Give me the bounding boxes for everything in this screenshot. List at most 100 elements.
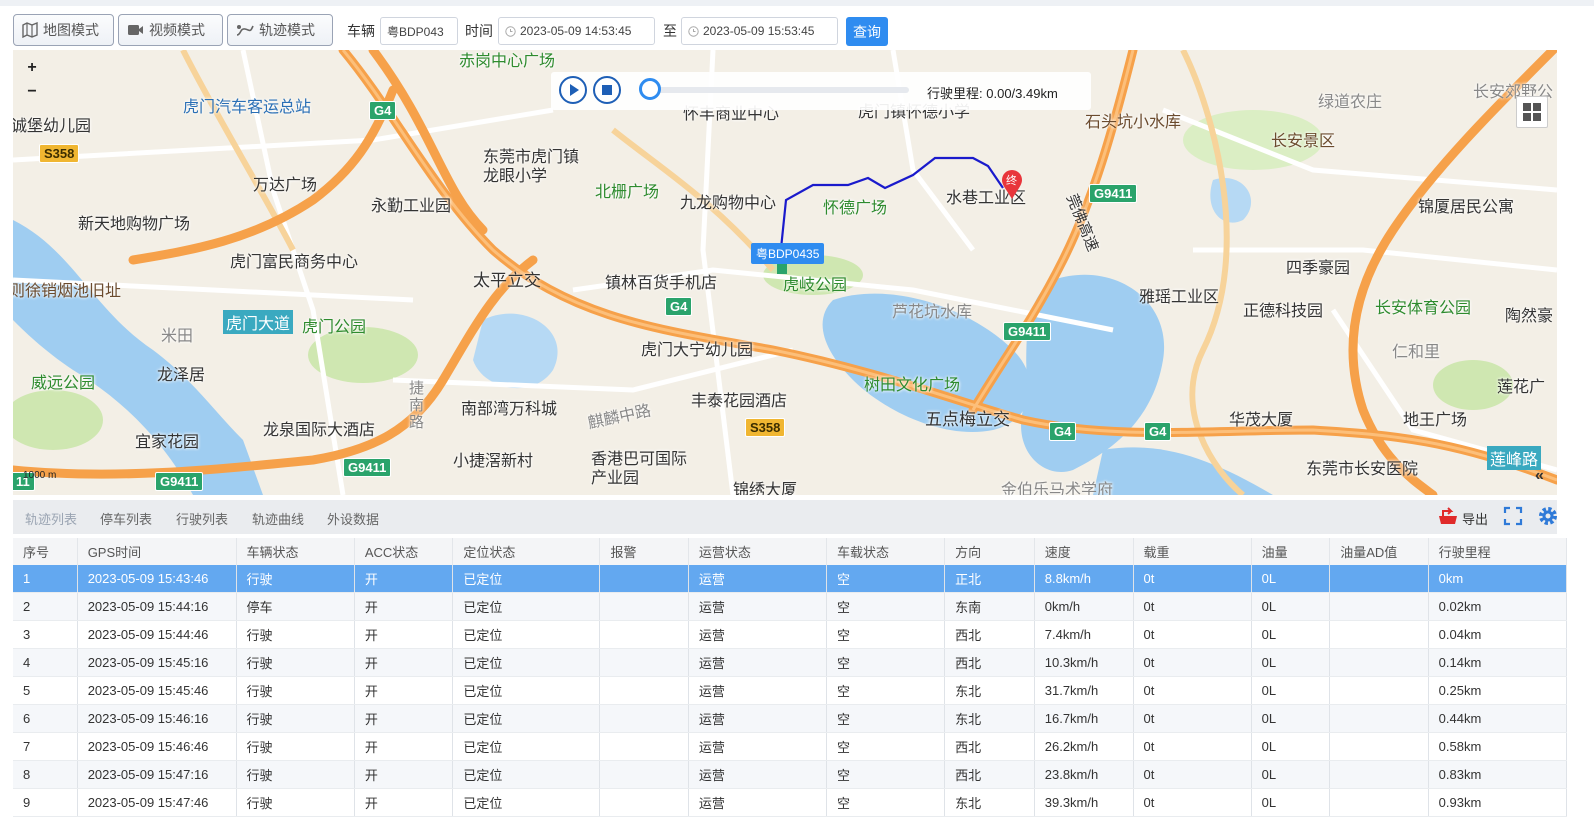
query-button[interactable]: 查询 [846,17,888,46]
table-row[interactable]: 4 2023-05-09 15:45:16 行驶开已定位 运营空西北 10.3km/h 0… [13,648,1568,677]
table-cell: 6 [13,704,78,733]
table-cell: 31.7km/h [1034,676,1134,705]
column-header[interactable]: 车载状态 [826,538,946,565]
map-label: 华茂大厦 [1229,412,1294,429]
end-marker[interactable]: 终 [1001,170,1023,200]
stop-button[interactable] [593,76,621,104]
table-row[interactable]: 7 2023-05-09 15:46:46 行驶开已定位 运营空西北 26.2km/h 0… [13,732,1568,761]
map-label: 捷南路 [409,380,425,431]
table-cell: 空 [826,676,946,705]
map-label: 新天地购物广场 [78,216,191,233]
table-cell: 8 [13,760,78,789]
table-row[interactable]: 3 2023-05-09 15:44:46 行驶开已定位 运营空西北 7.4km/h 0t… [13,620,1568,649]
column-header[interactable]: ACC状态 [354,538,454,565]
map-layer-button[interactable] [1516,96,1548,128]
table-cell: 空 [826,565,946,593]
map-label: 虎岐公园 [783,277,848,294]
tab-track-curve[interactable]: 轨迹曲线 [252,509,304,528]
table-cell [1329,648,1429,677]
map-label: 南部湾万科城 [461,401,558,418]
collapse-button[interactable]: « [1535,467,1544,485]
column-header[interactable]: 载重 [1133,538,1252,565]
column-header[interactable]: 运营状态 [688,538,828,565]
column-header[interactable]: 行驶里程 [1428,538,1568,565]
map-label: 龙泉国际大酒店 [263,422,376,439]
road-shield: G9411 [1003,322,1052,341]
vehicle-input[interactable]: 粤BDP043 [380,17,458,45]
table-cell: 0t [1133,760,1252,789]
table-cell [1329,676,1429,705]
column-header[interactable]: 油量 [1251,538,1331,565]
tab-track-list[interactable]: 轨迹列表 [25,509,77,528]
clock-icon [505,25,516,37]
zoom-in-button[interactable]: + [15,56,49,80]
map-label: 赤岗中心广场 [459,53,556,70]
map-view[interactable]: + − 赤岗中心广场 怀丰商业中心 虎门镇怀德小学 石头坑小水库 绿道农庄 长安… [13,50,1557,495]
column-header[interactable]: 车辆状态 [236,538,355,565]
table-cell: 2023-05-09 15:44:46 [77,620,237,649]
table-row[interactable]: 6 2023-05-09 15:46:16 行驶开已定位 运营空东北 16.7km/h 0… [13,704,1568,733]
column-header[interactable]: 报警 [599,538,689,565]
road-shield: G4 [1144,422,1172,441]
table-cell: 开 [354,732,454,761]
toolbar: 地图模式 视频模式 轨迹模式 车辆 粤BDP043 时间 2023-05-09 … [0,6,1594,50]
road-shield: S358 [745,418,786,437]
table-cell [599,732,689,761]
column-header[interactable]: 序号 [13,538,78,565]
start-time-value: 2023-05-09 14:53:45 [520,24,632,38]
table-cell: 10.3km/h [1034,648,1134,677]
table-cell: 西北 [944,732,1035,761]
table-row[interactable]: 5 2023-05-09 15:45:46 行驶开已定位 运营空东北 31.7km/h 0… [13,676,1568,705]
fullscreen-button[interactable] [1503,506,1523,529]
map-label: 怀德广场 [823,200,888,217]
gear-icon [1539,507,1557,525]
end-time-input[interactable]: 2023-05-09 15:53:45 [681,17,838,45]
track-mode-button[interactable]: 轨迹模式 [227,14,333,46]
map-label: 绿道农庄 [1318,94,1383,111]
map-mode-button[interactable]: 地图模式 [13,14,114,46]
tab-driving-list[interactable]: 行驶列表 [176,509,228,528]
tab-parking-list[interactable]: 停车列表 [100,509,152,528]
map-label: 北栅广场 [595,184,660,201]
map-label: 米田 [161,328,194,345]
road-shield: G9411 [1089,184,1138,203]
table-row[interactable]: 2 2023-05-09 15:44:16 停车开已定位 运营空东南 0km/h 0t 0L… [13,592,1568,621]
tab-peripheral-data[interactable]: 外设数据 [327,509,379,528]
vehicle-input-value: 粤BDP043 [387,24,444,39]
playback-slider-track[interactable] [639,87,909,93]
table-cell [599,676,689,705]
map-label: 莲峰路 [1487,446,1542,470]
column-header[interactable]: 定位状态 [452,538,601,565]
column-header[interactable]: GPS时间 [77,538,237,565]
column-header[interactable]: 速度 [1034,538,1134,565]
column-header[interactable]: 油量AD值 [1329,538,1429,565]
table-row[interactable]: 8 2023-05-09 15:47:16 行驶开已定位 运营空西北 23.8km/h 0… [13,760,1568,789]
playback-slider-handle[interactable] [639,78,661,100]
table-row[interactable]: 1 2023-05-09 15:43:46 行驶开已定位 运营空正北 8.8km/h 0t… [13,565,1568,593]
settings-button[interactable] [1536,504,1560,531]
table-cell: 开 [354,620,454,649]
table-header-row: 序号 GPS时间 车辆状态 ACC状态 定位状态 报警 运营状态 车载状态 方向… [13,538,1568,565]
table-cell: 运营 [688,788,828,817]
table-cell: 已定位 [452,648,601,677]
vehicle-tag[interactable]: 粤BDP0435 [751,243,825,264]
table-cell: 空 [826,620,946,649]
table-cell: 0.93km [1428,788,1568,817]
export-button[interactable]: 导出 [1437,506,1488,529]
table-cell [1329,592,1429,621]
map-label: 丰泰花园酒店 [691,393,788,410]
zoom-out-button[interactable]: − [15,80,49,104]
table-row[interactable]: 9 2023-05-09 15:47:46 行驶开已定位 运营空东北 39.3km/h 0… [13,788,1568,817]
table-cell: 运营 [688,760,828,789]
road-shield: G9411 [155,472,204,491]
table-cell: 2023-05-09 15:47:46 [77,788,237,817]
column-header[interactable]: 方向 [944,538,1035,565]
play-button[interactable] [559,76,587,104]
video-mode-button[interactable]: 视频模式 [118,14,223,46]
data-tabs: 轨迹列表 停车列表 行驶列表 轨迹曲线 外设数据 导出 [13,500,1557,534]
table-cell: 0t [1133,565,1252,593]
map-label: 镇林百货手机店 [605,275,718,292]
table-cell: 行驶 [236,760,355,789]
start-time-input[interactable]: 2023-05-09 14:53:45 [498,17,655,45]
table-cell: 行驶 [236,732,355,761]
